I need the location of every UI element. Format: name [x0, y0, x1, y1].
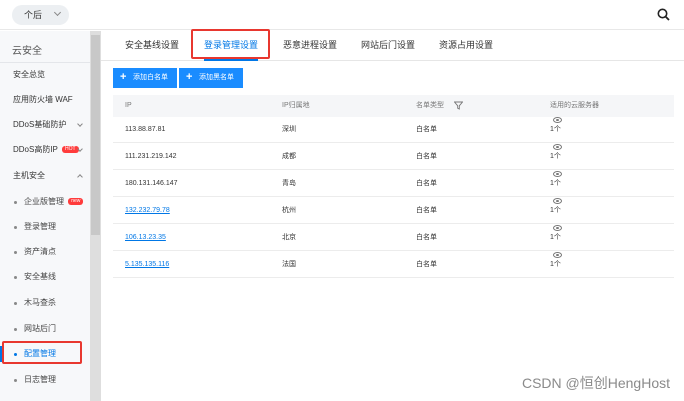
filter-icon[interactable] [454, 101, 463, 110]
bullet-icon [14, 379, 17, 382]
eye-icon[interactable] [553, 144, 562, 150]
type-cell: 白名单 [416, 126, 437, 133]
type-cell: 白名单 [416, 180, 437, 187]
sidebar-item-label: 应用防火墙 WAF [13, 95, 73, 104]
active-indicator [0, 346, 2, 362]
plus-icon: + [120, 71, 127, 83]
new-badge: new [68, 198, 84, 206]
bullet-icon [14, 201, 17, 204]
type-cell: 白名单 [416, 153, 437, 160]
table-row: 132.232.79.78 杭州 白名单 1个 [113, 198, 674, 224]
sidebar-subitem-label: 木马查杀 [24, 298, 56, 307]
scrollbar-thumb[interactable] [91, 35, 100, 235]
table-row: 113.88.87.81 深圳 白名单 1个 [113, 117, 674, 143]
sidebar-subitem-trojan[interactable]: 木马查杀 [0, 291, 90, 315]
settings-tabs: 安全基线设置 登录管理设置 恶意进程设置 网站后门设置 资源占用设置 [101, 31, 684, 61]
chevron-down-icon [53, 8, 62, 17]
sidebar-subitem-backdoor[interactable]: 网站后门 [0, 317, 90, 341]
ip-link[interactable]: 106.13.23.35 [125, 225, 166, 251]
button-label: 添加白名单 [133, 74, 168, 81]
sidebar-item-label: 安全总览 [13, 70, 45, 79]
hot-badge: HOT [62, 146, 79, 154]
eye-icon[interactable] [553, 225, 562, 231]
watermark: CSDN @恒创HengHost [521, 375, 670, 391]
sidebar-item-overview[interactable]: 安全总览 [0, 63, 90, 87]
column-header-location: IP归属地 [282, 102, 310, 109]
sidebar-scrollbar[interactable] [90, 31, 101, 401]
search-icon[interactable] [657, 8, 670, 21]
sidebar-subitem-label: 配置管理 [24, 349, 56, 358]
plus-icon: + [186, 71, 193, 83]
chevron-down-icon [77, 121, 83, 127]
bullet-icon [14, 276, 17, 279]
sidebar-subitem-label: 登录管理 [24, 222, 56, 231]
location-cell: 成都 [282, 153, 296, 160]
sidebar-item-waf[interactable]: 应用防火墙 WAF [0, 88, 90, 112]
sidebar-item-label: DDoS高防IP [13, 145, 58, 154]
sidebar-item-ddos-basic[interactable]: DDoS基础防护 [0, 113, 90, 137]
sidebar-item-host-security[interactable]: 主机安全 [0, 164, 90, 188]
location-cell: 青岛 [282, 180, 296, 187]
eye-icon[interactable] [553, 198, 562, 204]
tab-malicious-process[interactable]: 恶意进程设置 [283, 31, 337, 61]
location-cell: 法国 [282, 261, 296, 268]
location-cell: 深圳 [282, 126, 296, 133]
column-header-servers: 适用的云服务器 [550, 102, 599, 109]
type-cell: 白名单 [416, 234, 437, 241]
sidebar-subitem-login[interactable]: 登录管理 [0, 215, 90, 239]
bullet-icon [14, 251, 17, 254]
sidebar-subitem-assets[interactable]: 资产清点 [0, 240, 90, 264]
bullet-icon [14, 302, 17, 305]
bullet-icon [14, 226, 17, 229]
eye-icon[interactable] [553, 171, 562, 177]
type-cell: 白名单 [416, 261, 437, 268]
tab-baseline[interactable]: 安全基线设置 [125, 31, 179, 61]
bullet-icon [14, 328, 17, 331]
location-cell: 杭州 [282, 207, 296, 214]
sidebar-subitem-label: 安全基线 [24, 272, 56, 281]
ip-cell: 180.131.146.147 [125, 180, 178, 187]
tab-resource-usage[interactable]: 资源占用设置 [439, 31, 493, 61]
sidebar-subitem-label: 网站后门 [24, 324, 56, 333]
location-cell: 北京 [282, 234, 296, 241]
sidebar: 云安全 安全总览 应用防火墙 WAF DDoS基础防护 DDoS高防IP HOT… [0, 31, 90, 401]
eye-icon[interactable] [553, 252, 562, 258]
sidebar-subitem-baseline[interactable]: 安全基线 [0, 265, 90, 289]
sidebar-subitem-label: 日志管理 [24, 375, 56, 384]
add-whitelist-button[interactable]: + 添加白名单 [113, 68, 177, 88]
table-row: 180.131.146.147 青岛 白名单 1个 [113, 171, 674, 197]
ip-cell: 113.88.87.81 [125, 126, 166, 133]
sidebar-subitem-log[interactable]: 日志管理 [0, 368, 90, 392]
chevron-up-icon [77, 174, 83, 180]
sidebar-subitem-label: 企业版管理 [24, 197, 64, 206]
table-row: 5.135.135.116 法国 白名单 1个 [113, 252, 674, 278]
bullet-icon [14, 353, 17, 356]
sidebar-item-label: 主机安全 [13, 171, 45, 180]
tab-website-backdoor[interactable]: 网站后门设置 [361, 31, 415, 61]
sidebar-item-ddos-ip[interactable]: DDoS高防IP HOT [0, 138, 90, 162]
sidebar-item-label: DDoS基础防护 [13, 120, 67, 129]
ip-cell: 111.231.219.142 [125, 153, 177, 160]
sidebar-subitem-config[interactable]: 配置管理 [0, 342, 90, 366]
ip-link[interactable]: 5.135.135.116 [125, 252, 169, 278]
top-bar: 个后 [0, 0, 684, 30]
ip-link[interactable]: 132.232.79.78 [125, 198, 170, 224]
project-selector[interactable]: 个后 [12, 5, 69, 25]
type-cell: 白名单 [416, 207, 437, 214]
table-row: 111.231.219.142 成都 白名单 1个 [113, 144, 674, 170]
button-label: 添加黑名单 [199, 74, 234, 81]
eye-icon[interactable] [553, 117, 562, 123]
sidebar-subitem-label: 资产清点 [24, 247, 56, 256]
sidebar-title: 云安全 [12, 46, 42, 57]
table-row: 106.13.23.35 北京 白名单 1个 [113, 225, 674, 251]
column-header-ip: IP [125, 102, 132, 109]
sidebar-subitem-enterprise[interactable]: 企业版管理 new [0, 190, 90, 214]
column-header-type: 名单类型 [416, 102, 444, 109]
project-selector-label: 个后 [24, 10, 43, 20]
main-content: 安全基线设置 登录管理设置 恶意进程设置 网站后门设置 资源占用设置 + 添加白… [101, 31, 684, 401]
tab-login-management[interactable]: 登录管理设置 [204, 31, 259, 61]
add-blacklist-button[interactable]: + 添加黑名单 [179, 68, 243, 88]
table-header: IP IP归属地 名单类型 适用的云服务器 [113, 95, 674, 117]
